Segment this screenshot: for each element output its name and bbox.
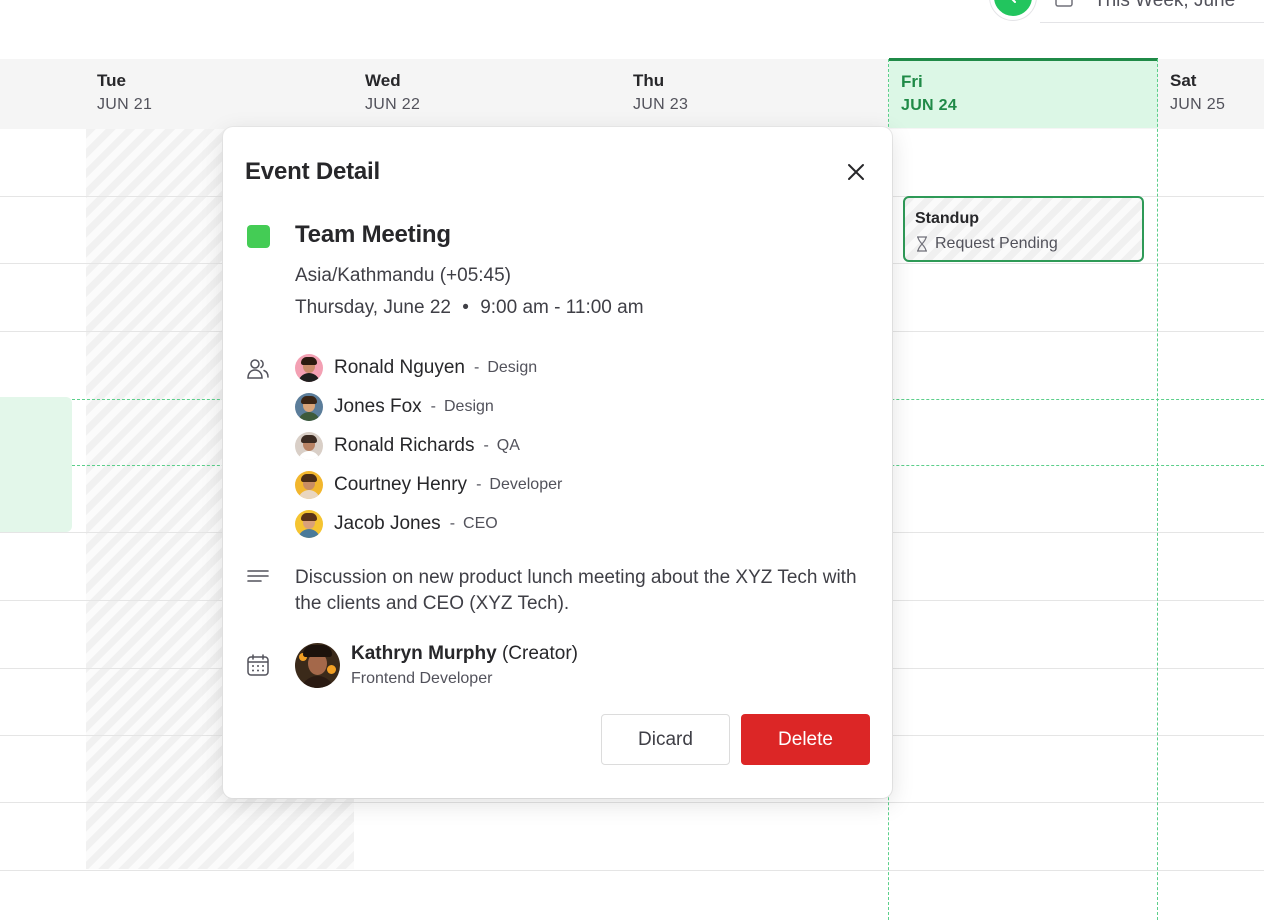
day-header-wed[interactable]: Wed JUN 22 (353, 59, 621, 129)
attendee-name: Courtney Henry (334, 474, 468, 495)
avatar (295, 510, 323, 538)
event-detail-modal: Event Detail Team Meeting Asia/Kathmandu… (223, 127, 892, 798)
day-date: JUN 23 (633, 96, 689, 113)
day-header-tue[interactable]: Tue JUN 21 (85, 59, 353, 129)
hour-line (0, 802, 1264, 803)
attendee-role: Developer (489, 476, 563, 493)
day-date: JUN 25 (1170, 96, 1226, 113)
chevron-left-icon (1011, 0, 1016, 3)
day-header-thu[interactable]: Thu JUN 23 (621, 59, 889, 129)
attendee-separator: - (476, 476, 482, 493)
day-date: JUN 21 (97, 96, 153, 113)
attendee-name: Ronald Richards (334, 435, 475, 456)
attendee-name: Ronald Nguyen (334, 357, 465, 378)
close-button[interactable] (842, 158, 870, 186)
attendee-row[interactable]: Ronald Nguyen - Design (295, 354, 562, 382)
attendee-separator: - (473, 359, 480, 376)
modal-title: Event Detail (245, 158, 380, 185)
week-range-label[interactable]: This Week, June (1094, 0, 1235, 12)
day-header-sat[interactable]: Sat JUN 25 (1158, 59, 1264, 129)
event-status-label: Request Pending (935, 235, 1058, 252)
creator-name: Kathryn Murphy (351, 643, 497, 664)
toolbar-divider (1040, 22, 1264, 23)
users-icon (245, 356, 271, 382)
attendee-row[interactable]: Ronald Richards - QA (295, 432, 562, 460)
description-icon (245, 563, 271, 589)
day-name: Tue (97, 71, 126, 90)
discard-button[interactable]: Dicard (601, 714, 730, 765)
day-date: JUN 24 (901, 97, 958, 114)
event-date: Thursday, June 22 (295, 297, 451, 318)
attendee-separator: - (449, 515, 456, 532)
event-time: 9:00 am - 11:00 am (480, 297, 644, 318)
creator-name-line: Kathryn Murphy (Creator) (351, 643, 578, 665)
calendar-icon (1055, 0, 1073, 7)
bullet-separator: • (462, 297, 469, 318)
attendee-role: QA (496, 437, 520, 454)
day-name: Thu (633, 71, 665, 90)
event-description: Discussion on new product lunch meeting … (295, 567, 857, 614)
today-column-right-line (1157, 59, 1158, 920)
avatar (295, 432, 323, 460)
day-name: Fri (901, 72, 923, 91)
attendee-separator: - (430, 398, 436, 415)
attendee-list: Ronald Nguyen - Design Jones Fox - Desig… (295, 354, 562, 549)
calendar-week-view: This Week, June Tue JUN 21 Wed JUN 22 Th… (0, 0, 1264, 920)
previous-week-button[interactable] (990, 0, 1036, 20)
day-header-fri-today[interactable]: Fri JUN 24 (889, 58, 1158, 128)
attendee-separator: - (483, 437, 489, 454)
attendee-row[interactable]: Jones Fox - Design (295, 393, 562, 421)
attendee-role: Design (443, 398, 494, 415)
event-datetime: Thursday, June 22 • 9:00 am - 11:00 am (295, 297, 644, 319)
avatar (295, 354, 323, 382)
event-status: Request Pending (915, 234, 1132, 254)
hour-line (0, 870, 1264, 871)
calendar-icon (245, 652, 271, 678)
day-name: Sat (1170, 71, 1197, 90)
event-title: Standup (915, 210, 979, 227)
standup-event-card[interactable]: Standup Request Pending (903, 196, 1144, 262)
attendee-row[interactable]: Courtney Henry - Developer (295, 471, 562, 499)
attendee-name: Jones Fox (334, 396, 422, 417)
attendee-row[interactable]: Jacob Jones - CEO (295, 510, 562, 538)
delete-button[interactable]: Delete (741, 714, 870, 765)
attendee-role: CEO (463, 515, 498, 532)
avatar (295, 393, 323, 421)
creator-role: Frontend Developer (351, 670, 493, 687)
event-block[interactable] (0, 397, 72, 532)
creator-avatar (295, 643, 340, 688)
avatar (295, 471, 323, 499)
event-timezone: Asia/Kathmandu (+05:45) (295, 265, 511, 286)
attendee-role: Design (487, 359, 538, 376)
event-title: Team Meeting (295, 221, 451, 248)
day-date: JUN 22 (365, 96, 421, 113)
day-name: Wed (365, 71, 401, 90)
hourglass-icon (917, 236, 927, 252)
event-color-indicator (247, 225, 270, 248)
close-icon (848, 164, 864, 180)
creator-tag: (Creator) (501, 643, 578, 664)
attendee-name: Jacob Jones (334, 513, 441, 534)
